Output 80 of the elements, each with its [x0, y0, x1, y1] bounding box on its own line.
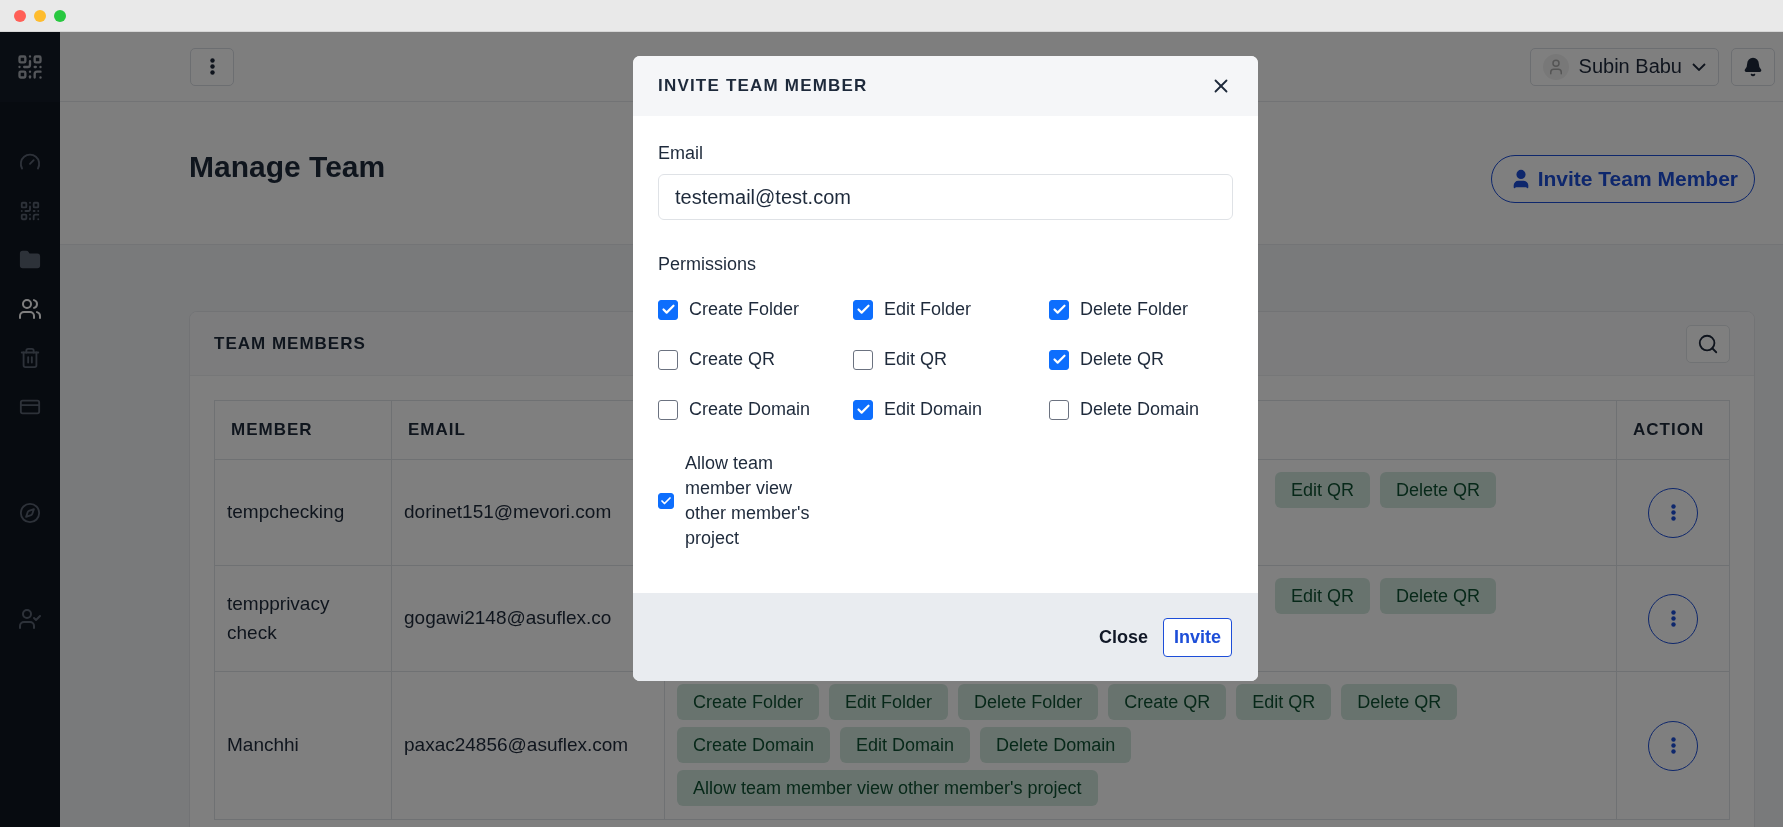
avatar-icon: [1542, 53, 1569, 80]
permission-tag: Delete QR: [1341, 684, 1458, 720]
permission-tag: Edit QR: [1275, 578, 1371, 614]
field-label: Email: [658, 143, 704, 164]
permission-checkbox[interactable]: [1049, 399, 1069, 420]
search-icon: [1697, 332, 1719, 355]
check-icon: [1051, 352, 1067, 367]
invite-team-member-button[interactable]: Invite Team Member: [1490, 155, 1755, 203]
permission-checkbox[interactable]: [1049, 299, 1069, 320]
checkbox-label: Create Folder: [689, 299, 800, 320]
permission-checkbox[interactable]: [658, 493, 674, 509]
users-icon: [18, 297, 42, 321]
row-actions-button[interactable]: [1648, 720, 1698, 771]
row-actions-button[interactable]: [1648, 593, 1698, 644]
check-icon: [660, 495, 672, 507]
user-menu-button[interactable]: Subin Babu: [1529, 47, 1719, 86]
column-header: ACTION: [1616, 400, 1730, 460]
permission-checkbox[interactable]: [658, 349, 678, 370]
permission-tag: Edit Folder: [829, 684, 949, 720]
more-icon: [1670, 504, 1676, 521]
permission-checkbox[interactable]: [853, 399, 873, 420]
checkbox-label: Delete Domain: [1080, 399, 1200, 420]
permission-checkbox[interactable]: [853, 299, 873, 320]
row-actions-button[interactable]: [1648, 487, 1698, 538]
invite-button[interactable]: Invite: [1163, 617, 1232, 657]
check-icon: [1051, 302, 1067, 317]
column-header: MEMBER: [214, 400, 392, 460]
folder-icon: [19, 249, 41, 271]
bell-icon: [1743, 56, 1763, 77]
card-title: TEAM MEMBERS: [214, 333, 366, 354]
permission-tag: Delete Folder: [958, 684, 1099, 720]
check-icon: [855, 402, 871, 417]
more-icon: [1670, 610, 1676, 627]
checkbox-label: Create QR: [689, 349, 776, 370]
dialog-title: INVITE TEAM MEMBER: [658, 76, 868, 96]
permission-tag: Allow team member view other member's project: [677, 770, 1098, 806]
permission-tag: Delete Domain: [980, 727, 1132, 763]
permission-tag: Edit QR: [1275, 472, 1371, 508]
member-email: gogawi2148@asuflex.co: [404, 607, 612, 629]
member-name: tempchecking: [227, 501, 345, 523]
permission-tag: Delete QR: [1380, 472, 1497, 508]
check-icon: [855, 302, 871, 317]
checkbox-label: Delete QR: [1080, 349, 1165, 370]
user-check-icon: [18, 607, 42, 631]
member-name: Manchhi: [227, 734, 299, 756]
more-icon: [209, 58, 215, 75]
permission-tag: Create Domain: [677, 727, 831, 763]
chevron-down-icon: [1692, 62, 1706, 71]
permission-tag: Edit Domain: [840, 727, 971, 763]
check-icon: [660, 302, 676, 317]
more-icon: [1670, 737, 1676, 754]
notifications-button[interactable]: [1731, 47, 1775, 86]
permission-tag: Edit QR: [1236, 684, 1332, 720]
window-close-control[interactable]: [14, 9, 26, 22]
checkbox-label: Edit Domain: [884, 399, 983, 420]
checkbox-label: Create Domain: [689, 399, 811, 420]
email-input[interactable]: testemail@test.com: [658, 174, 1233, 220]
permission-checkbox[interactable]: [658, 299, 678, 320]
permission-tag: Create QR: [1108, 684, 1227, 720]
permission-tag: Create Folder: [677, 684, 820, 720]
window-zoom-control[interactable]: [54, 9, 66, 22]
checkbox-label: Delete Folder: [1080, 299, 1189, 320]
permission-tag: Delete QR: [1380, 578, 1497, 614]
page-title: Manage Team: [189, 150, 386, 184]
section-label: Permissions: [658, 254, 758, 275]
permission-checkbox[interactable]: [658, 399, 678, 420]
permission-checkbox[interactable]: [1049, 349, 1069, 370]
member-name: tempprivacy check: [227, 593, 330, 643]
member-email: dorinet151@mevori.com: [404, 501, 612, 523]
trash-icon: [19, 347, 41, 369]
menu-button[interactable]: [190, 47, 234, 86]
checkbox-label: Edit QR: [884, 349, 948, 370]
member-email: paxac24856@asuflex.com: [404, 734, 629, 756]
search-button[interactable]: [1686, 324, 1730, 363]
qr-code-icon: [19, 200, 41, 222]
checkbox-label: Edit Folder: [884, 299, 972, 320]
checkbox-label: Allow team member view other member's project: [685, 452, 811, 550]
permission-checkbox[interactable]: [853, 349, 873, 370]
compass-icon: [19, 502, 41, 524]
close-text-button[interactable]: Close: [1098, 622, 1148, 652]
